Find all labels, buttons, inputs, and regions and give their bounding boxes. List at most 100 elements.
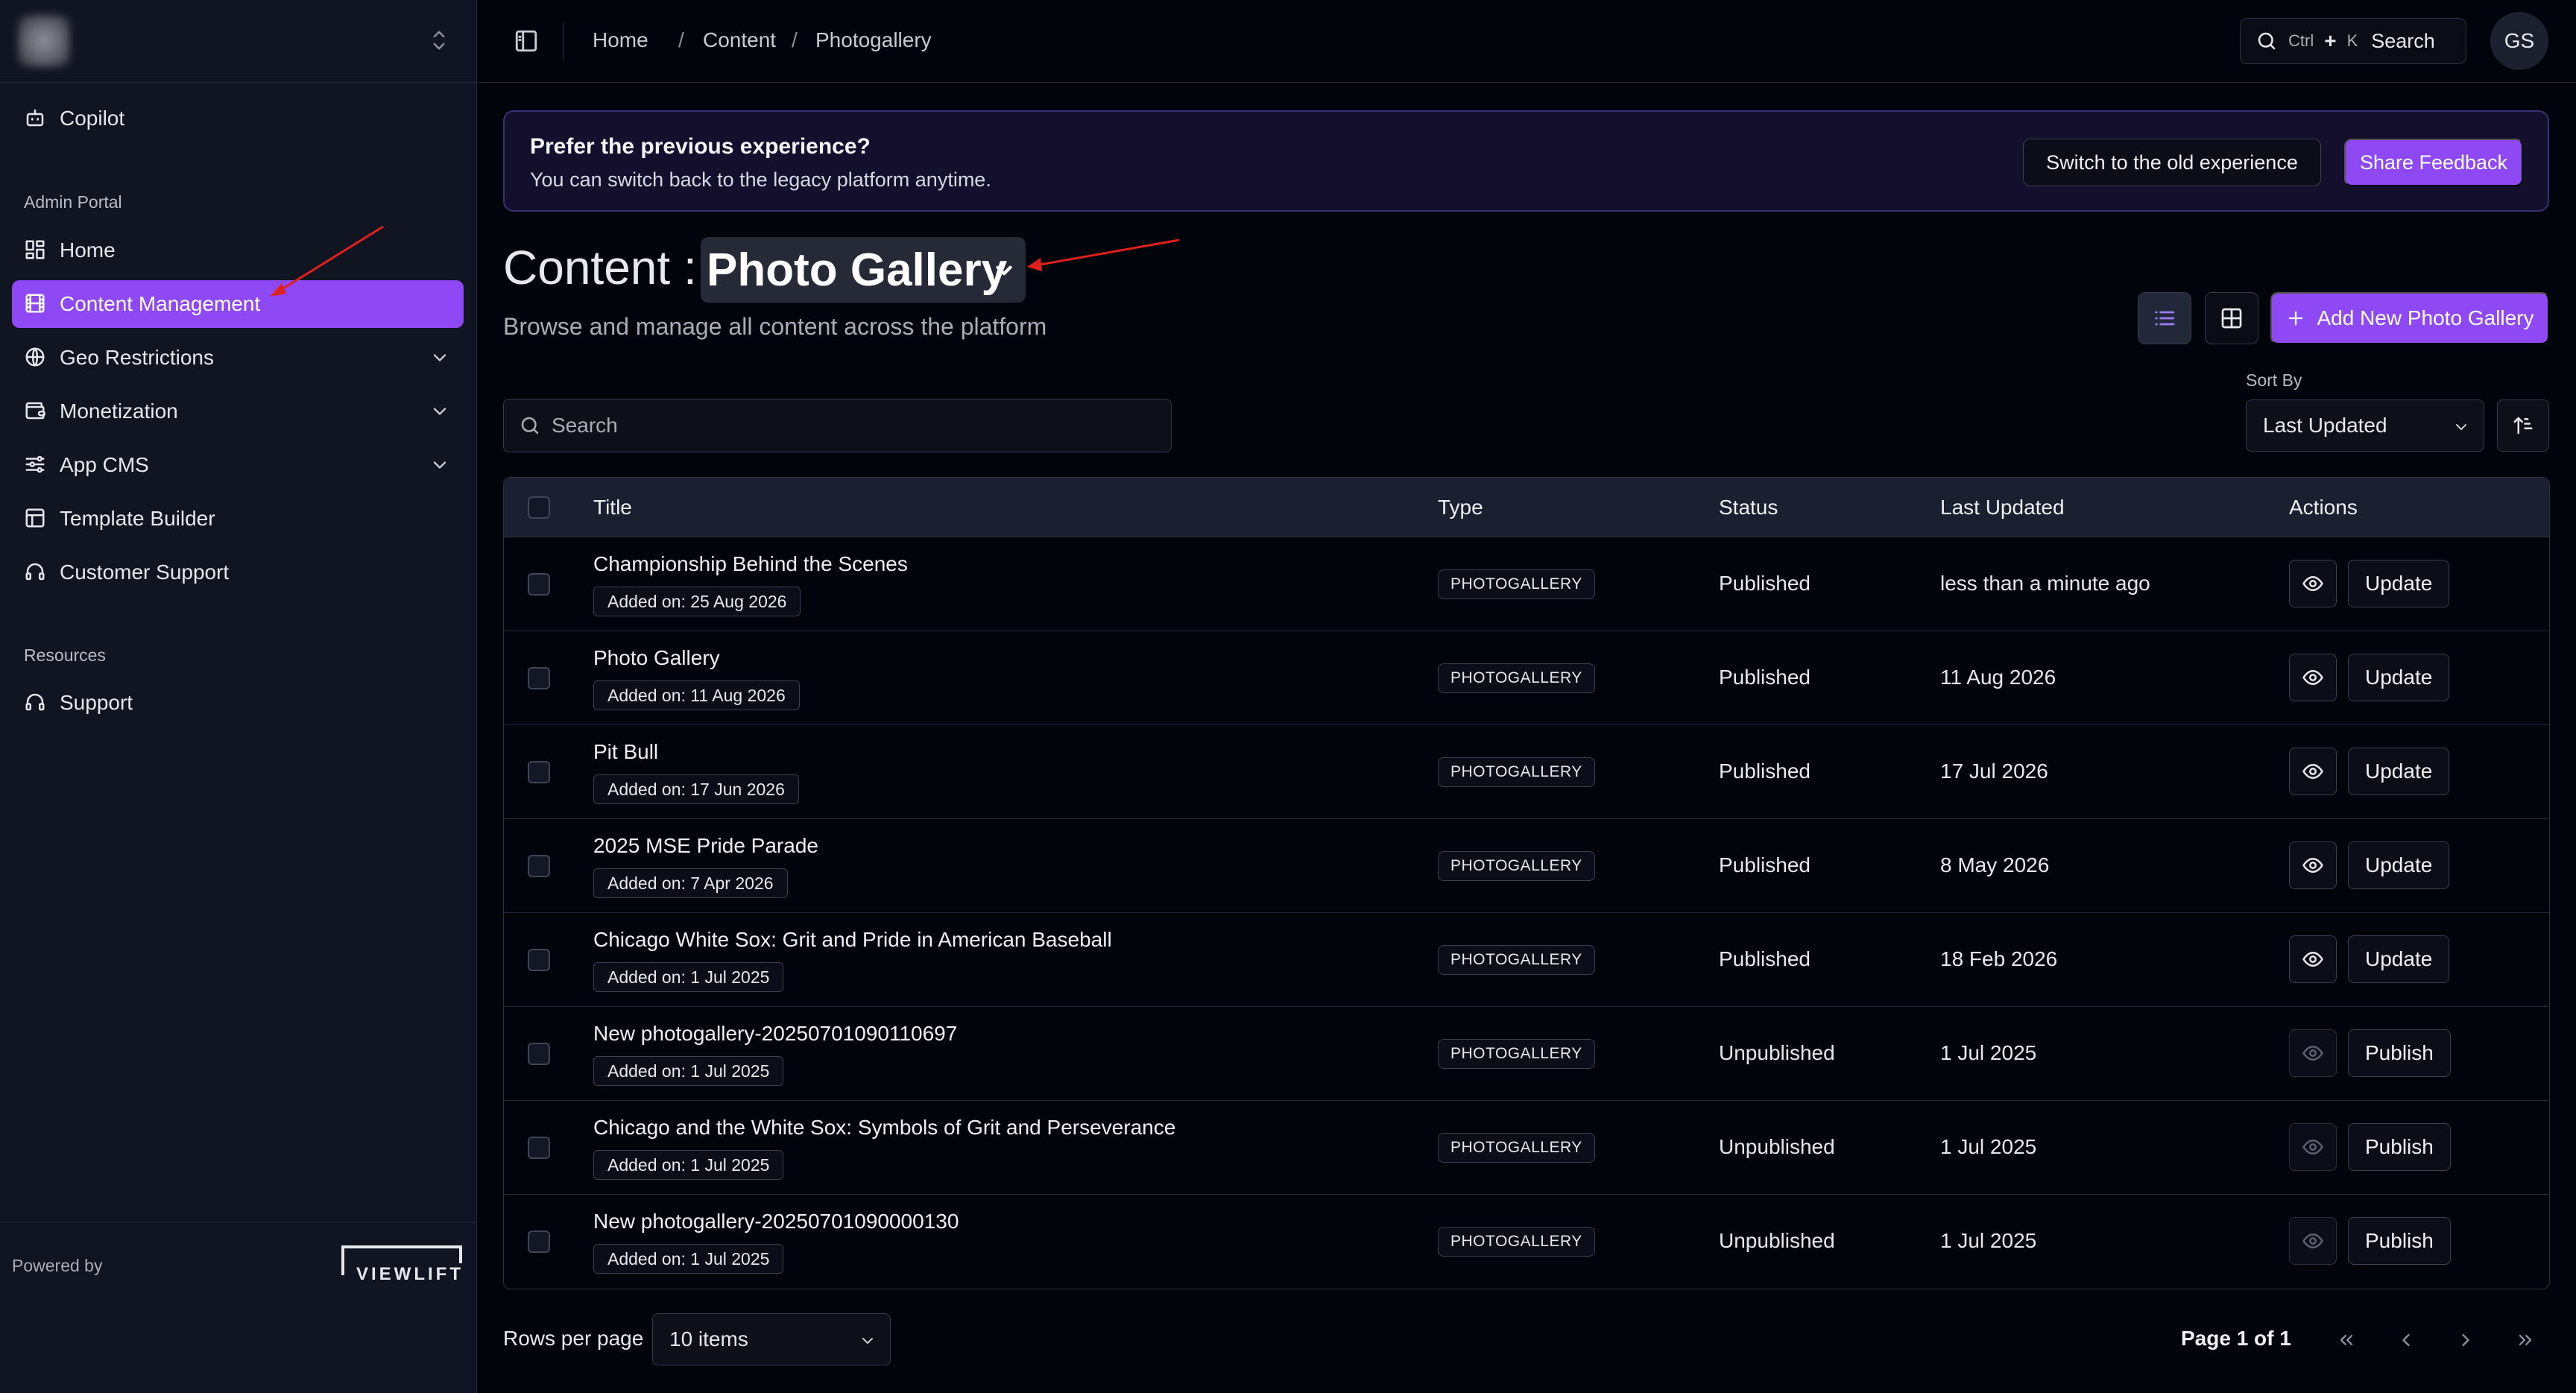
row-type-badge: PHOTOGALLERY [1438, 1227, 1595, 1257]
headset-icon [24, 691, 48, 715]
content-type-select[interactable]: Photo Gallery [701, 237, 1026, 303]
sidebar-item-template-builder[interactable]: Template Builder [12, 495, 464, 543]
row-action-button[interactable]: Update [2348, 841, 2450, 889]
share-feedback-button[interactable]: Share Feedback [2344, 139, 2523, 186]
preview-button[interactable] [2289, 654, 2337, 701]
row-added-badge: Added on: 17 Jun 2026 [593, 774, 799, 804]
search-input[interactable] [552, 414, 1148, 438]
row-title[interactable]: 2025 MSE Pride Parade [593, 834, 818, 858]
previous-page-icon[interactable] [2391, 1327, 2421, 1353]
row-type-badge: PHOTOGALLERY [1438, 757, 1595, 787]
table-row[interactable]: New photogallery-20250701090000130 Added … [504, 1195, 2549, 1289]
globe-icon [24, 346, 48, 370]
preview-button[interactable] [2289, 1029, 2337, 1077]
sidebar-item-content-management[interactable]: Content Management [12, 280, 464, 328]
sort-arrows-icon [2512, 414, 2534, 437]
grid-view-button[interactable] [2205, 292, 2258, 344]
sidebar-item-monetization[interactable]: Monetization [12, 388, 464, 435]
eye-icon [2302, 572, 2324, 595]
sort-direction-button[interactable] [2497, 399, 2549, 452]
row-last-updated: 8 May 2026 [1940, 853, 2050, 876]
sidebar-item-app-cms[interactable]: App CMS [12, 441, 464, 489]
sidebar-item-home[interactable]: Home [12, 227, 464, 274]
table-row[interactable]: Photo Gallery Added on: 11 Aug 2026 PHOTOG… [504, 631, 2549, 725]
add-new-photo-gallery-button[interactable]: Add New Photo Gallery [2270, 292, 2549, 344]
row-action-button[interactable]: Update [2348, 935, 2450, 983]
table-row[interactable]: Chicago White Sox: Grit and Pride in Ame… [504, 913, 2549, 1007]
row-status: Unpublished [1719, 1135, 1835, 1158]
sidebar-item-copilot[interactable]: Copilot [12, 95, 464, 142]
breadcrumb-separator: / [792, 28, 798, 51]
preview-button[interactable] [2289, 748, 2337, 795]
breadcrumb-home[interactable]: Home [593, 28, 648, 52]
switch-old-experience-button[interactable]: Switch to the old experience [2023, 139, 2321, 186]
sliders-icon [24, 453, 48, 477]
row-last-updated: less than a minute ago [1940, 572, 2150, 595]
row-checkbox[interactable] [528, 855, 550, 877]
row-action-button[interactable]: Update [2348, 560, 2450, 607]
table-row[interactable]: Championship Behind the Scenes Added on: … [504, 537, 2549, 631]
row-checkbox[interactable] [528, 1043, 550, 1065]
chevron-down-icon[interactable] [429, 455, 450, 476]
sidebar-item-label: Geo Restrictions [60, 346, 214, 369]
row-added-badge: Added on: 1 Jul 2025 [593, 1056, 784, 1086]
workspace-switcher[interactable] [0, 0, 477, 83]
sidebar-item-customer-support[interactable]: Customer Support [12, 549, 464, 596]
rows-per-page-select[interactable]: 10 items [652, 1313, 891, 1365]
sort-by-label: Sort By [2246, 370, 2302, 390]
row-checkbox[interactable] [528, 667, 550, 689]
svg-text:VIEWLIFT: VIEWLIFT [356, 1264, 464, 1283]
avatar[interactable]: GS [2490, 12, 2548, 70]
row-title[interactable]: Chicago White Sox: Grit and Pride in Ame… [593, 928, 1112, 952]
row-status: Published [1719, 759, 1811, 783]
sidebar-toggle-icon[interactable] [514, 28, 539, 54]
annotation-arrow-title [1035, 239, 1180, 267]
row-action-button[interactable]: Publish [2348, 1123, 2451, 1171]
row-title[interactable]: New photogallery-20250701090000130 [593, 1210, 959, 1234]
column-actions: Actions [2289, 496, 2358, 519]
first-page-icon[interactable] [2332, 1327, 2361, 1353]
global-search-button[interactable]: Ctrl + K Search [2240, 18, 2466, 64]
next-page-icon[interactable] [2451, 1327, 2481, 1353]
table-row[interactable]: Pit Bull Added on: 17 Jun 2026 PHOTOGALLER… [504, 725, 2549, 819]
row-checkbox[interactable] [528, 1137, 550, 1159]
row-checkbox[interactable] [528, 573, 550, 596]
row-title[interactable]: Championship Behind the Scenes [593, 552, 908, 576]
row-action-button[interactable]: Update [2348, 748, 2450, 795]
sidebar-item-support[interactable]: Support [12, 679, 464, 727]
select-all-checkbox[interactable] [528, 496, 550, 519]
row-checkbox[interactable] [528, 761, 550, 783]
column-status: Status [1719, 496, 1778, 519]
preview-button[interactable] [2289, 841, 2337, 889]
row-checkbox[interactable] [528, 1231, 550, 1253]
chevron-down-icon[interactable] [429, 347, 450, 368]
row-title[interactable]: New photogallery-20250701090110697 [593, 1022, 957, 1046]
sidebar-item-geo-restrictions[interactable]: Geo Restrictions [12, 334, 464, 382]
row-title[interactable]: Chicago and the White Sox: Symbols of Gr… [593, 1116, 1175, 1140]
legacy-banner: Prefer the previous experience? You can … [503, 110, 2549, 212]
banner-title: Prefer the previous experience? [530, 134, 871, 159]
preview-button[interactable] [2289, 560, 2337, 607]
preview-button[interactable] [2289, 935, 2337, 983]
preview-button[interactable] [2289, 1123, 2337, 1171]
row-added-badge: Added on: 1 Jul 2025 [593, 962, 784, 992]
breadcrumb-content[interactable]: Content [703, 28, 776, 52]
list-view-button[interactable] [2138, 292, 2191, 344]
row-action-button[interactable]: Publish [2348, 1217, 2451, 1265]
powered-by-label: Powered by [12, 1256, 103, 1275]
content-search[interactable] [503, 399, 1172, 452]
row-action-button[interactable]: Publish [2348, 1029, 2451, 1077]
last-page-icon[interactable] [2510, 1327, 2540, 1353]
row-title[interactable]: Photo Gallery [593, 646, 720, 670]
row-checkbox[interactable] [528, 949, 550, 971]
chevron-down-icon[interactable] [429, 401, 450, 422]
table-row[interactable]: 2025 MSE Pride Parade Added on: 7 Apr 202… [504, 819, 2549, 913]
row-action-button[interactable]: Update [2348, 654, 2450, 701]
row-title[interactable]: Pit Bull [593, 740, 658, 764]
chevron-up-down-icon[interactable] [428, 27, 450, 54]
table-row[interactable]: Chicago and the White Sox: Symbols of Gr… [504, 1101, 2549, 1195]
preview-button[interactable] [2289, 1217, 2337, 1265]
rows-per-page-value: 10 items [669, 1327, 748, 1351]
table-row[interactable]: New photogallery-20250701090110697 Added … [504, 1007, 2549, 1101]
sort-by-select[interactable]: Last Updated [2246, 399, 2484, 452]
